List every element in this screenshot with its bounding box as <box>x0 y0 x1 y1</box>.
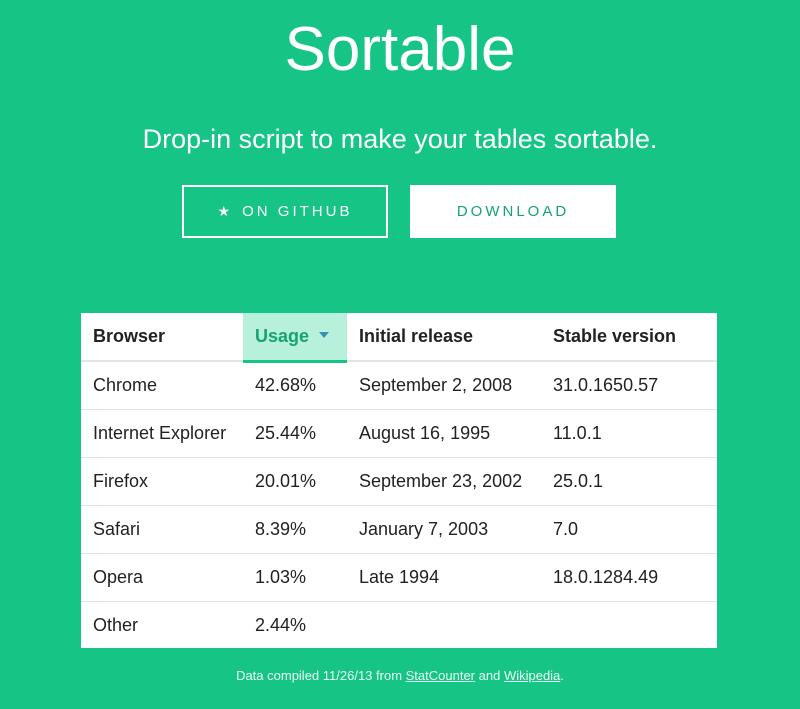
star-icon: ★ <box>217 203 231 219</box>
cell-usage: 2.44% <box>255 614 307 635</box>
table-header-row: Browser Usage Initial release Stable ver… <box>81 313 717 363</box>
cell-stable-version: 31.0.1650.57 <box>541 361 717 410</box>
cell-initial-release: January 7, 2003 <box>347 505 541 554</box>
download-button-label: DOWNLOAD <box>456 203 570 220</box>
page-title: Sortable <box>284 15 516 84</box>
statcounter-link[interactable]: StatCounter <box>406 668 475 683</box>
column-header-initial-release[interactable]: Initial release <box>347 313 541 362</box>
cell-initial-release: September 23, 2002 <box>347 457 541 506</box>
cell-initial-release: August 16, 1995 <box>347 409 541 458</box>
cell-browser: Safari <box>81 505 243 554</box>
cell-usage: 20.01% <box>243 457 347 506</box>
cell-stable-version <box>541 601 717 649</box>
cell-initial-release: September 2, 2008 <box>347 361 541 410</box>
footer-note: Data compiled 11/26/13 from StatCounter … <box>236 668 564 683</box>
cell-stable-version: 25.0.1 <box>541 457 717 506</box>
cell-browser: Chrome <box>81 361 243 410</box>
wikipedia-link[interactable]: Wikipedia <box>504 668 560 683</box>
browser-table: Browser Usage Initial release Stable ver… <box>81 313 717 648</box>
sort-descending-icon <box>319 332 330 338</box>
cell-initial-release <box>347 601 541 649</box>
cell-stable-version: 7.0 <box>541 505 717 554</box>
table-row: Firefox 20.01% September 23, 2002 25.0.1 <box>81 457 717 506</box>
cell-usage: 1.03% <box>243 553 347 602</box>
tagline: Drop-in script to make your tables sorta… <box>142 124 658 154</box>
table-row: Opera 1.03% Late 1994 18.0.1284.49 <box>81 553 717 602</box>
cell-browser: Firefox <box>81 457 243 506</box>
table-row: Safari 8.39% January 7, 2003 7.0 <box>81 505 717 554</box>
table-row: Other 2.44% <box>81 601 717 649</box>
cell-browser: Internet Explorer <box>81 409 243 458</box>
github-button[interactable]: ★ ON GITHUB <box>182 185 388 238</box>
cell-stable-version: 18.0.1284.49 <box>541 553 717 602</box>
column-header-usage[interactable]: Usage <box>243 313 347 363</box>
download-button[interactable]: DOWNLOAD <box>410 185 616 238</box>
github-button-label: ON GITHUB <box>242 203 353 220</box>
cell-usage: 25.44% <box>243 409 347 458</box>
cell-browser: Opera <box>81 553 243 602</box>
column-header-browser[interactable]: Browser <box>81 313 243 362</box>
table-row: Chrome 42.68% September 2, 2008 31.0.1650.5… <box>81 361 717 410</box>
cell-initial-release: Late 1994 <box>347 553 541 602</box>
cell-stable-version: 11.0.1 <box>541 409 717 458</box>
cell-usage: 8.39% <box>243 505 347 554</box>
cell-usage: 42.68% <box>243 361 347 410</box>
table-row: Internet Explorer 25.44% August 16, 1995 11… <box>81 409 717 458</box>
column-header-stable-version[interactable]: Stable version <box>541 313 717 362</box>
cell-browser: Other <box>93 614 139 635</box>
